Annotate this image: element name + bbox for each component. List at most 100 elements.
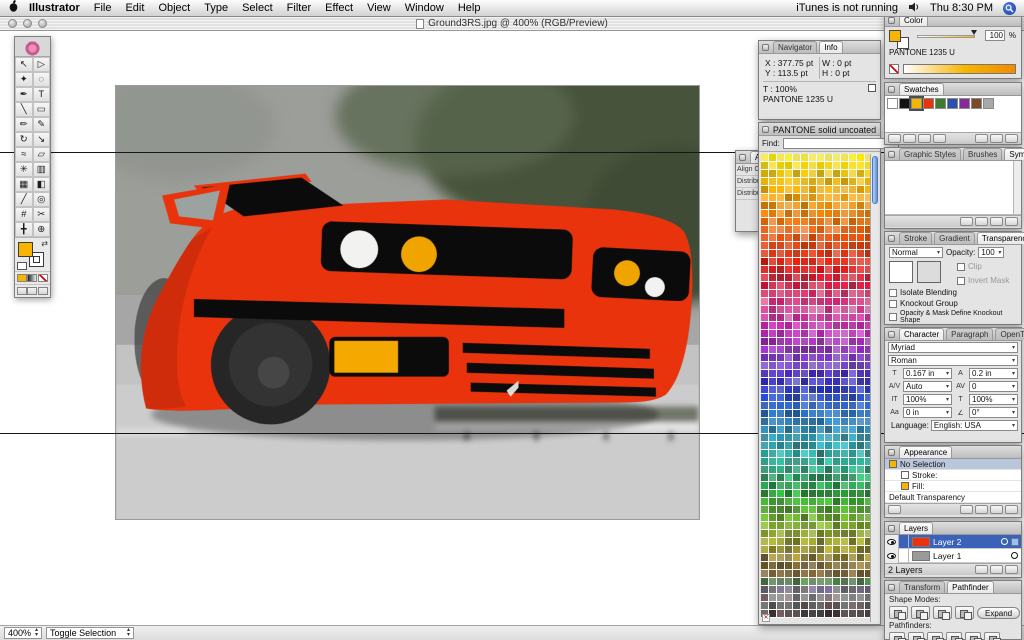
add-to-shape-area-button[interactable] bbox=[889, 606, 908, 620]
reduce-to-basic-button[interactable] bbox=[975, 505, 988, 514]
pantone-swatch[interactable] bbox=[825, 610, 833, 618]
gradient-button[interactable] bbox=[27, 274, 38, 282]
pantone-swatch[interactable] bbox=[833, 458, 841, 466]
pantone-swatch[interactable] bbox=[817, 250, 825, 258]
tracking-field[interactable]: 0 bbox=[969, 381, 1018, 392]
pantone-swatch[interactable] bbox=[769, 394, 777, 402]
pantone-swatch[interactable] bbox=[825, 498, 833, 506]
pantone-swatch[interactable] bbox=[857, 258, 865, 266]
pantone-swatch[interactable] bbox=[857, 202, 865, 210]
pantone-swatch[interactable] bbox=[777, 250, 785, 258]
pantone-swatch[interactable] bbox=[825, 282, 833, 290]
pantone-swatch[interactable] bbox=[801, 450, 809, 458]
pantone-swatch[interactable] bbox=[761, 354, 769, 362]
tab-navigator[interactable]: Navigator bbox=[773, 41, 818, 53]
pantone-swatch[interactable] bbox=[801, 546, 809, 554]
pantone-swatch[interactable] bbox=[777, 610, 785, 618]
pantone-swatch[interactable] bbox=[809, 554, 817, 562]
pantone-swatch[interactable] bbox=[841, 458, 849, 466]
pantone-swatch[interactable] bbox=[801, 490, 809, 498]
pantone-swatch[interactable] bbox=[841, 594, 849, 602]
pantone-swatch[interactable] bbox=[793, 394, 801, 402]
pantone-swatch[interactable] bbox=[841, 514, 849, 522]
pantone-swatch[interactable] bbox=[769, 314, 777, 322]
pantone-swatch[interactable] bbox=[825, 154, 833, 162]
pantone-swatch[interactable] bbox=[761, 434, 769, 442]
pantone-swatch[interactable] bbox=[785, 514, 793, 522]
pantone-swatch[interactable] bbox=[809, 410, 817, 418]
pantone-swatch[interactable] bbox=[841, 570, 849, 578]
pantone-swatch[interactable] bbox=[809, 506, 817, 514]
pantone-swatch[interactable] bbox=[793, 418, 801, 426]
pantone-swatch[interactable] bbox=[809, 362, 817, 370]
pantone-swatch[interactable] bbox=[833, 202, 841, 210]
pantone-swatch[interactable] bbox=[785, 474, 793, 482]
zoom-tool[interactable]: ⊕ bbox=[32, 222, 50, 237]
pantone-swatch[interactable] bbox=[777, 258, 785, 266]
pantone-swatch[interactable] bbox=[841, 298, 849, 306]
pantone-swatch[interactable] bbox=[809, 346, 817, 354]
pantone-swatch[interactable] bbox=[769, 242, 777, 250]
spotlight-icon[interactable] bbox=[1003, 1, 1016, 15]
pantone-swatch[interactable] bbox=[777, 178, 785, 186]
pantone-swatch[interactable] bbox=[801, 530, 809, 538]
pantone-swatch[interactable] bbox=[849, 402, 857, 410]
pantone-swatch[interactable] bbox=[857, 578, 865, 586]
pantone-swatch[interactable] bbox=[833, 402, 841, 410]
pantone-swatch[interactable] bbox=[785, 418, 793, 426]
pantone-swatch[interactable] bbox=[825, 258, 833, 266]
pantone-swatch[interactable] bbox=[817, 578, 825, 586]
pantone-swatch[interactable] bbox=[825, 338, 833, 346]
pantone-swatch[interactable] bbox=[761, 602, 769, 610]
pantone-swatch[interactable] bbox=[793, 570, 801, 578]
pantone-swatch[interactable] bbox=[801, 386, 809, 394]
pantone-swatch[interactable] bbox=[785, 274, 793, 282]
pantone-swatch[interactable] bbox=[801, 482, 809, 490]
paintbrush-tool[interactable]: ✏ bbox=[15, 117, 33, 132]
tab-graphic-styles[interactable]: Graphic Styles bbox=[899, 148, 962, 160]
pantone-swatch[interactable] bbox=[769, 290, 777, 298]
pantone-swatch[interactable] bbox=[809, 490, 817, 498]
pantone-swatch[interactable] bbox=[809, 602, 817, 610]
pantone-swatch[interactable] bbox=[809, 394, 817, 402]
pantone-scrollbar[interactable] bbox=[870, 154, 879, 622]
pantone-swatch[interactable] bbox=[809, 458, 817, 466]
pantone-swatch[interactable] bbox=[817, 362, 825, 370]
pantone-swatch[interactable] bbox=[785, 322, 793, 330]
pantone-swatch[interactable] bbox=[825, 474, 833, 482]
pantone-swatch[interactable] bbox=[809, 538, 817, 546]
knockout-group-checkbox[interactable] bbox=[889, 299, 897, 308]
pantone-swatch[interactable] bbox=[841, 386, 849, 394]
target-icon[interactable] bbox=[1011, 552, 1018, 559]
pantone-swatch[interactable] bbox=[769, 530, 777, 538]
pantone-swatch[interactable] bbox=[809, 210, 817, 218]
subtract-from-shape-area-button[interactable] bbox=[911, 606, 930, 620]
new-swatch-button[interactable] bbox=[990, 134, 1003, 143]
pantone-swatch[interactable] bbox=[841, 338, 849, 346]
pantone-swatch[interactable] bbox=[857, 586, 865, 594]
pantone-swatch[interactable] bbox=[777, 346, 785, 354]
pantone-swatch[interactable] bbox=[801, 242, 809, 250]
pantone-swatch[interactable] bbox=[817, 378, 825, 386]
pantone-swatch[interactable] bbox=[833, 346, 841, 354]
appearance-row[interactable]: No Selection bbox=[885, 459, 1021, 470]
pantone-swatch[interactable] bbox=[801, 562, 809, 570]
pantone-swatch[interactable] bbox=[777, 202, 785, 210]
pantone-swatch[interactable] bbox=[841, 578, 849, 586]
pantone-swatch[interactable] bbox=[785, 154, 793, 162]
pantone-swatch[interactable] bbox=[841, 178, 849, 186]
pantone-swatch[interactable] bbox=[793, 242, 801, 250]
pantone-swatch[interactable] bbox=[849, 386, 857, 394]
pantone-swatch[interactable] bbox=[785, 498, 793, 506]
palette-close-button[interactable] bbox=[888, 17, 895, 24]
pantone-swatch[interactable] bbox=[817, 338, 825, 346]
pantone-swatch[interactable] bbox=[849, 538, 857, 546]
pantone-swatch[interactable] bbox=[841, 266, 849, 274]
new-symbol-button[interactable] bbox=[990, 217, 1003, 226]
pantone-swatch[interactable] bbox=[769, 434, 777, 442]
pantone-swatch[interactable] bbox=[825, 242, 833, 250]
pantone-swatch[interactable] bbox=[833, 386, 841, 394]
pantone-swatch[interactable] bbox=[785, 354, 793, 362]
pantone-swatch[interactable] bbox=[809, 514, 817, 522]
pantone-swatch[interactable] bbox=[809, 466, 817, 474]
